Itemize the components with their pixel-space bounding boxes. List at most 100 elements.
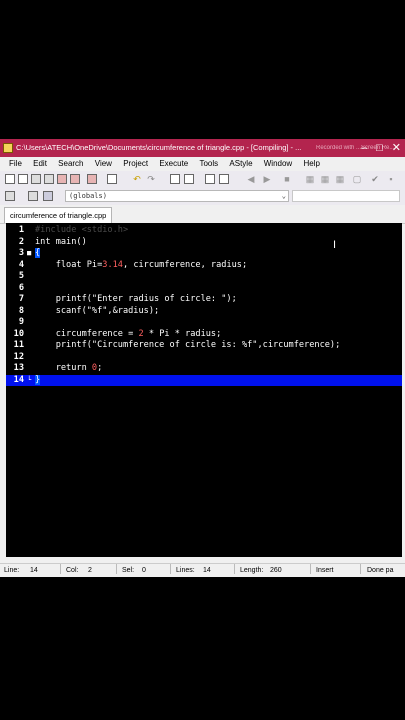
line-number: 14 — [13, 374, 24, 385]
status-parse: Done pa — [367, 567, 394, 574]
code-text: #include <stdio.h> — [35, 225, 128, 237]
editor-icon[interactable]: ▦ — [335, 174, 345, 184]
code-line[interactable]: 4 float Pi=3.14, circumference, radius; — [6, 260, 402, 272]
code-line[interactable]: 14 └} — [6, 374, 402, 387]
code-editor[interactable]: 1 #include <stdio.h> 2 int main() 3 ■{4 float… — [6, 223, 402, 557]
redo-icon[interactable]: ↷ — [146, 174, 156, 184]
line-number: 9 — [18, 317, 24, 327]
code-line[interactable]: 6 — [6, 283, 402, 295]
compile-toolbar: (globals) ⌄ — [0, 188, 405, 206]
print-icon[interactable] — [107, 174, 117, 184]
layout-icon[interactable]: ▦ — [305, 174, 315, 184]
code-token: printf("Enter radius of circle: "); — [35, 294, 237, 304]
run-icon[interactable] — [28, 191, 38, 201]
code-line[interactable]: 13 return 0; — [6, 363, 402, 375]
close-file-icon[interactable] — [57, 174, 67, 184]
code-line[interactable]: 8 scanf("%f",&radius); — [6, 306, 402, 318]
code-line[interactable]: 12 — [6, 352, 402, 364]
maximize-button[interactable]: □ — [376, 142, 383, 154]
line-number: 8 — [18, 305, 24, 316]
find-icon[interactable] — [170, 174, 180, 184]
status-separator — [116, 564, 117, 574]
line-number: 3 — [18, 248, 24, 258]
main-toolbar: ↶ ↷ ◀ ▶ ■ ▦ ▦ ▦ ▢ ✔ ▪ — [0, 171, 405, 189]
menu-help[interactable]: Help — [303, 157, 319, 171]
code-line[interactable]: 1 #include <stdio.h> — [6, 225, 402, 237]
goto-line-icon[interactable] — [219, 174, 229, 184]
code-token: } — [35, 374, 41, 385]
title-bar[interactable]: C:\Users\ATECH\OneDrive\Documents\circum… — [0, 139, 405, 157]
save-all-icon[interactable] — [44, 174, 54, 184]
status-insert-mode: Insert — [316, 567, 334, 574]
compile-icon[interactable] — [5, 191, 15, 201]
line-number: 4 — [18, 259, 24, 270]
replace-icon[interactable] — [184, 174, 194, 184]
code-line[interactable]: 2 int main() — [6, 237, 402, 249]
devcpp-window: C:\Users\ATECH\OneDrive\Documents\circum… — [0, 139, 405, 577]
split-icon[interactable]: ▦ — [320, 174, 330, 184]
menu-project[interactable]: Project — [123, 157, 148, 171]
status-separator — [360, 564, 361, 574]
open-file-icon[interactable] — [18, 174, 28, 184]
stop-icon[interactable]: ▪ — [386, 174, 396, 184]
find-in-files-icon[interactable] — [205, 174, 215, 184]
symbol-combo[interactable] — [292, 190, 400, 202]
line-number: 12 — [13, 351, 24, 362]
line-number: 6 — [18, 282, 24, 293]
menu-search[interactable]: Search — [58, 157, 83, 171]
code-token: * Pi * radius; — [143, 328, 222, 339]
code-token: float Pi= — [35, 259, 103, 270]
code-text: float Pi=3.14, circumference, radius; — [35, 260, 247, 272]
fullscreen-icon[interactable]: ▢ — [352, 174, 362, 184]
minimize-button[interactable]: – — [361, 142, 367, 154]
code-line[interactable]: 11 printf("Circumference of circle is: %… — [6, 340, 402, 352]
code-line[interactable]: 3 ■{ — [6, 248, 402, 260]
menu-execute[interactable]: Execute — [159, 157, 188, 171]
back-icon[interactable]: ◀ — [246, 174, 256, 184]
save-icon[interactable] — [31, 174, 41, 184]
window-controls: – □ ✕ — [361, 139, 401, 157]
compile-run-icon[interactable] — [43, 191, 53, 201]
code-line[interactable]: 10 circumference = 2 * Pi * radius; — [6, 329, 402, 341]
bookmark-icon[interactable]: ■ — [282, 174, 292, 184]
undo-icon[interactable]: ↶ — [132, 174, 142, 184]
new-file-icon[interactable] — [5, 174, 15, 184]
status-col-label: Col: — [66, 567, 79, 574]
code-text: return 0; — [35, 363, 103, 375]
code-token: scanf("%f",&radius); — [35, 305, 160, 316]
scope-combo[interactable]: (globals) ⌄ — [65, 190, 289, 202]
status-sel-label: Sel: — [122, 567, 135, 574]
code-line[interactable]: 7 printf("Enter radius of circle: "); — [6, 294, 402, 306]
tab-circumference-of-triangle[interactable]: circumference of triangle.cpp — [4, 207, 113, 223]
menu-view[interactable]: View — [95, 157, 112, 171]
code-token: ; — [97, 363, 103, 373]
status-separator — [60, 564, 61, 574]
code-token: printf("Circumference of circle is: %f",… — [35, 340, 341, 350]
code-line[interactable]: 5 — [6, 271, 402, 283]
check-icon[interactable]: ✔ — [370, 174, 380, 184]
status-col-value: 2 — [88, 567, 92, 574]
menu-window[interactable]: Window — [264, 157, 292, 171]
code-text: scanf("%f",&radius); — [35, 305, 160, 318]
menu-astyle[interactable]: AStyle — [229, 157, 252, 171]
status-line-value: 14 — [30, 567, 38, 574]
code-token: 3.14 — [102, 259, 123, 270]
close-button[interactable]: ✕ — [392, 142, 401, 154]
line-number: 10 — [13, 328, 24, 339]
code-text: printf("Circumference of circle is: %f",… — [35, 340, 341, 352]
line-number: 13 — [13, 363, 24, 373]
menu-file[interactable]: File — [9, 157, 22, 171]
close-all-icon[interactable] — [70, 174, 80, 184]
code-token: circumference = — [35, 328, 139, 339]
menu-tools[interactable]: Tools — [199, 157, 218, 171]
code-text: circumference = 2 * Pi * radius; — [35, 328, 222, 341]
menu-edit[interactable]: Edit — [33, 157, 47, 171]
fold-line-icon: └ — [27, 375, 32, 384]
code-line[interactable]: 9 — [6, 317, 402, 329]
code-text: } — [35, 374, 41, 387]
fold-toggle-icon[interactable]: ■ — [27, 248, 35, 260]
code-token: , circumference, radius; — [122, 259, 248, 270]
status-separator — [310, 564, 311, 574]
close-project-icon[interactable] — [87, 174, 97, 184]
forward-icon[interactable]: ▶ — [262, 174, 272, 184]
